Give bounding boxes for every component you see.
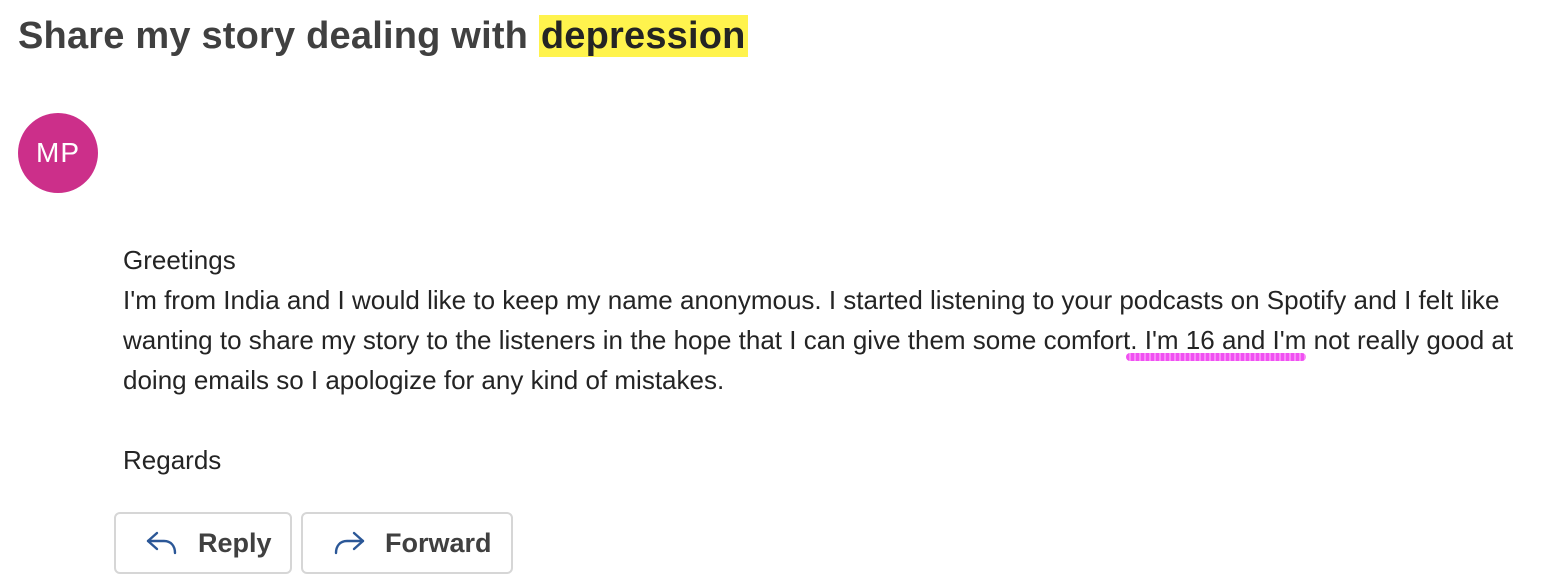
- sender-avatar[interactable]: MP: [18, 113, 98, 193]
- email-actions: Reply Forward: [114, 512, 513, 574]
- email-body: Greetings I'm from India and I would lik…: [123, 240, 1523, 480]
- reply-button[interactable]: Reply: [114, 512, 292, 574]
- sender-initials: MP: [36, 137, 80, 168]
- subject-text: Share my story dealing with: [18, 15, 539, 57]
- email-greeting: Greetings: [123, 245, 236, 275]
- email-subject: Share my story dealing with depression: [18, 10, 748, 62]
- email-paragraph: I'm from India and I would like to keep …: [123, 280, 1523, 400]
- spellcheck-marked-text[interactable]: . I'm 16 and I'm: [1130, 325, 1306, 355]
- forward-button[interactable]: Forward: [301, 512, 513, 574]
- email-signoff: Regards: [123, 445, 222, 475]
- subject-highlight: depression: [538, 15, 748, 57]
- reply-label: Reply: [198, 527, 272, 558]
- forward-arrow-icon: [331, 528, 367, 558]
- reply-arrow-icon: [144, 528, 180, 558]
- forward-label: Forward: [385, 527, 492, 558]
